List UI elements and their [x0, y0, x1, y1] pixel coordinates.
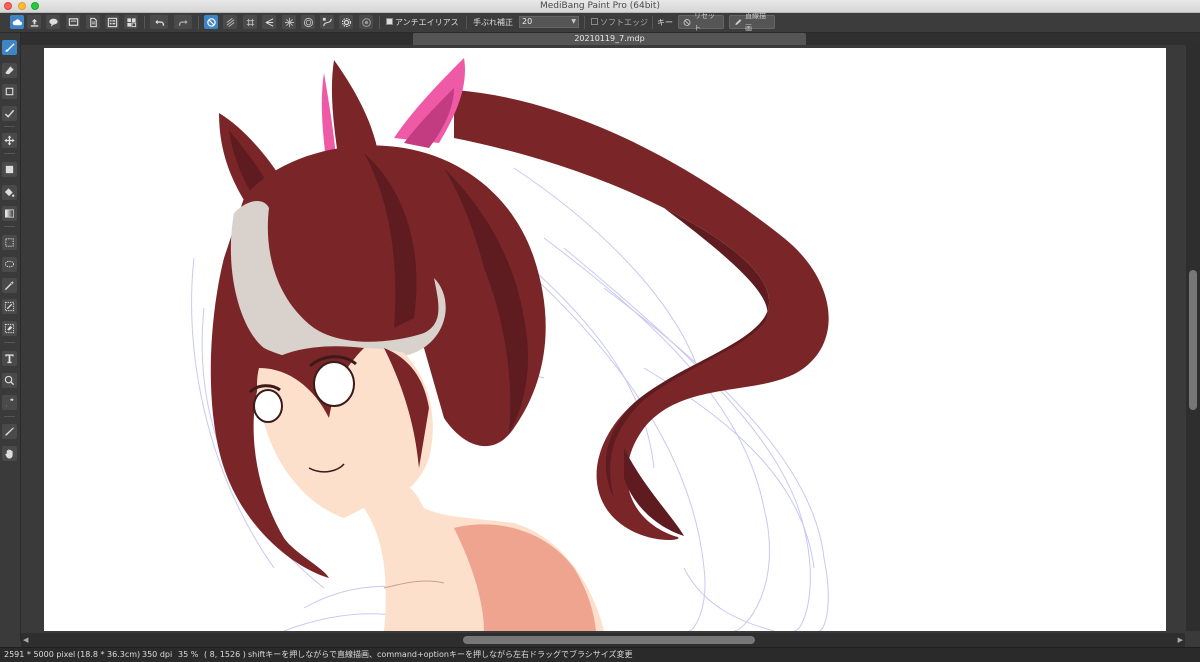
select-eraser-tool-icon[interactable]: [2, 321, 17, 336]
stabilizer-value: 20: [522, 17, 533, 26]
antialias-label: アンチエイリアス: [395, 18, 459, 27]
vanishing-point-icon[interactable]: [262, 15, 276, 29]
upload-icon[interactable]: [27, 15, 41, 29]
tool-palette: [0, 33, 21, 641]
chevron-down-icon: ▼: [571, 18, 576, 25]
scroll-left-icon[interactable]: ◀: [23, 636, 28, 644]
parallel-snap-icon[interactable]: [223, 15, 237, 29]
key-label: キー: [657, 18, 673, 27]
bucket-tool-icon[interactable]: [2, 185, 17, 200]
horizontal-scroll-thumb[interactable]: [463, 636, 755, 644]
window-title: MediBang Paint Pro (64bit): [540, 1, 660, 11]
shape-tool-icon[interactable]: [2, 162, 17, 177]
vertical-scroll-thumb[interactable]: [1189, 270, 1197, 410]
no-entry-icon: [683, 18, 691, 26]
stabilizer-select[interactable]: 20 ▼: [519, 16, 579, 28]
curve-snap-icon[interactable]: [320, 15, 334, 29]
radial-snap-icon[interactable]: [282, 15, 296, 29]
reset-button[interactable]: リセット: [678, 12, 724, 32]
canvas-size: 2591 * 5000 pixel: [4, 650, 76, 659]
canvas-area: [21, 45, 1185, 631]
lasso-tool-icon[interactable]: [2, 257, 17, 272]
vertical-scrollbar[interactable]: [1186, 45, 1200, 631]
hand-tool-icon[interactable]: [2, 446, 17, 461]
move-tool-icon[interactable]: [2, 133, 17, 148]
drawing-canvas[interactable]: [44, 48, 1166, 631]
eraser-tool-icon[interactable]: [2, 63, 17, 78]
main-toolbar: アンチエイリアス 手ぶれ補正 20 ▼ ソフトエッジ キー リセット 直線描画: [0, 12, 1200, 33]
scroll-right-icon[interactable]: ▶: [1178, 636, 1183, 644]
pen-eyedropper-icon[interactable]: [2, 424, 17, 439]
magic-wand-tool-icon[interactable]: [2, 278, 17, 293]
zoom-level: 35 %: [178, 650, 199, 659]
undo-icon[interactable]: [150, 15, 168, 29]
stabilizer-label: 手ぶれ補正: [473, 18, 513, 27]
brush-tool-icon[interactable]: [2, 40, 17, 55]
page-list-icon[interactable]: [105, 15, 119, 29]
pen-icon: [735, 18, 742, 25]
dot-tool-icon[interactable]: [2, 84, 17, 99]
canvas-physical-size: (18.8 * 36.3cm): [77, 650, 141, 659]
status-bar: 2591 * 5000 pixel (18.8 * 36.3cm) 350 dp…: [0, 647, 1200, 662]
no-snap-icon[interactable]: [204, 15, 218, 29]
panel-icon[interactable]: [66, 15, 80, 29]
text-tool-icon[interactable]: [2, 351, 17, 366]
settings-gear-icon[interactable]: [359, 15, 373, 29]
redo-icon[interactable]: [174, 15, 192, 29]
cross-snap-icon[interactable]: [243, 15, 257, 29]
document-icon[interactable]: [86, 15, 100, 29]
soft-edge-label: ソフトエッジ: [600, 18, 648, 27]
cursor-position: ( 8, 1526 ): [204, 650, 246, 659]
check-tool-icon[interactable]: [2, 106, 17, 121]
document-tab[interactable]: 20210119_7.mdp: [413, 33, 806, 45]
canvas-dpi: 350 dpi: [142, 650, 173, 659]
soft-edge-checkbox[interactable]: [591, 18, 598, 25]
speech-bubble-icon[interactable]: [46, 15, 60, 29]
select-pen-tool-icon[interactable]: [2, 299, 17, 314]
artwork: [191, 58, 829, 631]
antialias-checkbox[interactable]: [386, 18, 393, 25]
status-hint: shiftキーを押しながらで直線描画、command+optionキーを押しなが…: [248, 650, 633, 659]
operation-tool-icon[interactable]: [2, 373, 17, 388]
gear-icon[interactable]: [339, 15, 353, 29]
reset-button-label: リセット: [694, 12, 716, 32]
window-titlebar: MediBang Paint Pro (64bit): [0, 0, 1200, 13]
straight-line-button-label: 直線描画: [745, 12, 767, 32]
concentric-snap-icon[interactable]: [301, 15, 315, 29]
straight-line-button[interactable]: 直線描画: [729, 12, 775, 32]
select-tool-icon[interactable]: [2, 235, 17, 250]
document-tabbar: 20210119_7.mdp: [0, 33, 1200, 45]
grid-layout-icon[interactable]: [124, 15, 138, 29]
gradient-tool-icon[interactable]: [2, 206, 17, 221]
cloud-icon[interactable]: [10, 15, 24, 29]
horizontal-scrollbar[interactable]: ◀ ▶: [21, 633, 1185, 647]
eyedropper-tool-icon[interactable]: [2, 395, 17, 410]
